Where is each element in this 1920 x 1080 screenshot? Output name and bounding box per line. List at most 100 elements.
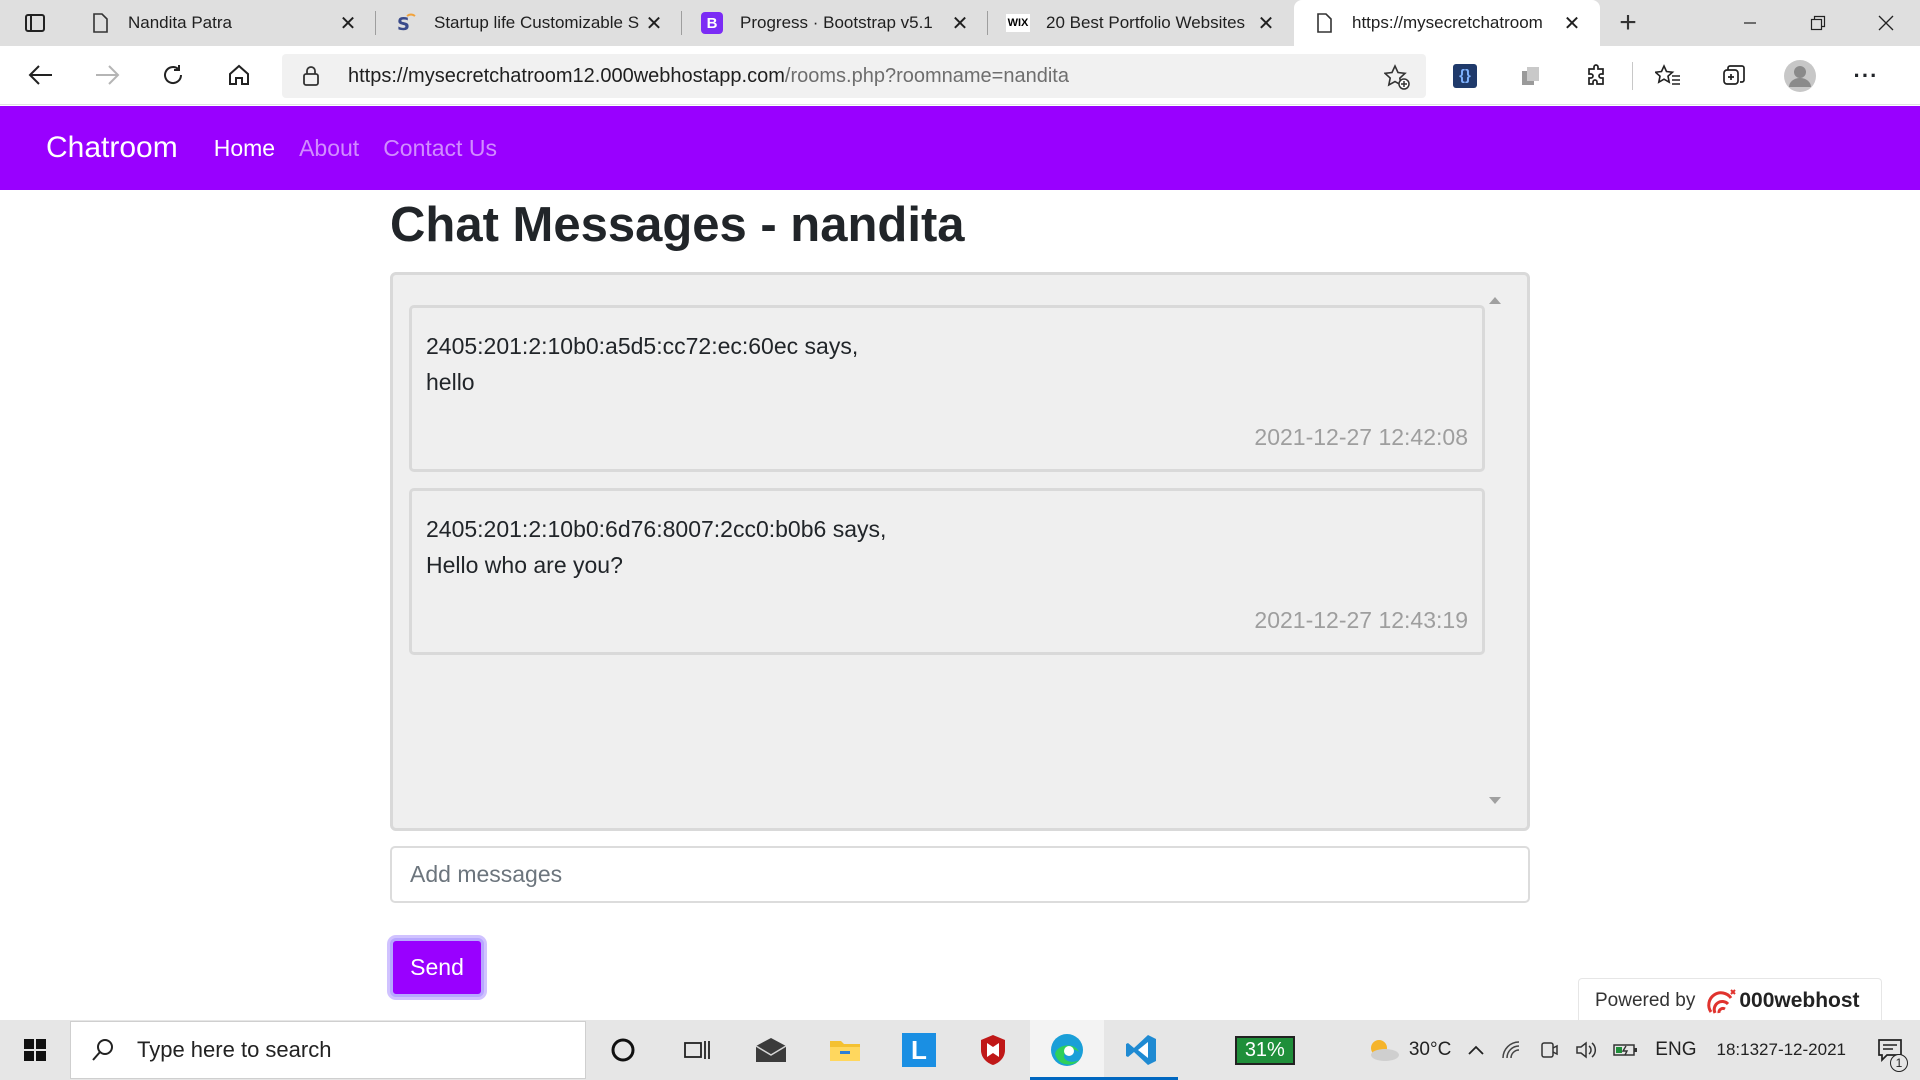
windows-taskbar: Type here to search L 31% 30°C ENG 18:13…: [0, 1020, 1920, 1080]
search-icon: [91, 1038, 115, 1062]
close-icon[interactable]: ✕: [1254, 11, 1278, 35]
home-button[interactable]: [206, 46, 272, 105]
nav-link-home[interactable]: Home: [214, 135, 275, 162]
wifi-icon: [1502, 1041, 1520, 1059]
mail-icon: [755, 1038, 787, 1062]
collections-button[interactable]: [1701, 46, 1767, 105]
extension-copy-button[interactable]: [1498, 46, 1564, 105]
close-icon[interactable]: ✕: [948, 11, 972, 35]
notification-count-badge: 1: [1890, 1054, 1908, 1072]
notification-center-button[interactable]: 1: [1860, 1020, 1920, 1080]
language-indicator[interactable]: ENG: [1647, 1020, 1704, 1080]
browser-tab-2[interactable]: S Startup life Customizable S ✕: [376, 0, 682, 46]
browser-tab-4[interactable]: WIX 20 Best Portfolio Websites ✕: [988, 0, 1294, 46]
vscode-icon: [1126, 1035, 1156, 1065]
meet-now-tray-button[interactable]: [1531, 1020, 1567, 1080]
folder-icon: [830, 1041, 860, 1061]
lock-icon[interactable]: [302, 65, 326, 87]
forward-button[interactable]: [74, 46, 140, 105]
svg-text:S: S: [397, 14, 410, 34]
main-content: Chat Messages - nandita 2405:201:2:10b0:…: [390, 190, 1530, 997]
start-button[interactable]: [0, 1020, 70, 1080]
taskbar-mcafee-app[interactable]: [956, 1020, 1030, 1080]
taskbar-vscode-app[interactable]: [1104, 1020, 1178, 1080]
battery-tray-button[interactable]: [1605, 1020, 1647, 1080]
battery-charging-icon: [1613, 1044, 1638, 1056]
tab-actions-button[interactable]: [0, 0, 70, 46]
task-view-icon: [684, 1041, 710, 1059]
clock[interactable]: 18:13 27-12-2021: [1704, 1020, 1860, 1080]
restore-button[interactable]: [1784, 0, 1852, 46]
close-window-button[interactable]: [1852, 0, 1920, 46]
wifi-tray-button[interactable]: [1493, 1020, 1531, 1080]
minimize-button[interactable]: [1716, 0, 1784, 46]
powered-by-badge[interactable]: Powered by 000webhost: [1578, 978, 1882, 1022]
message-timestamp: 2021-12-27 12:42:08: [1254, 424, 1468, 450]
message-sender: 2405:201:2:10b0:6d76:8007:2cc0:b0b6 says…: [426, 516, 887, 542]
taskbar-search-box[interactable]: Type here to search: [70, 1021, 586, 1079]
cortana-circle-icon: [611, 1038, 635, 1062]
refresh-button[interactable]: [140, 46, 206, 105]
braces-extension-icon: {}: [1453, 63, 1477, 88]
browser-tab-5-active[interactable]: https://mysecretchatroom ✕: [1294, 0, 1600, 46]
close-icon[interactable]: ✕: [1560, 11, 1584, 35]
profile-button[interactable]: [1767, 46, 1833, 105]
chat-messages-box[interactable]: 2405:201:2:10b0:a5d5:cc72:ec:60ec says, …: [390, 272, 1530, 831]
s-favicon-icon: S: [394, 11, 418, 35]
back-arrow-icon: [28, 65, 52, 85]
weather-widget[interactable]: 30°C: [1357, 1020, 1459, 1080]
taskbar-mail-app[interactable]: [734, 1020, 808, 1080]
tab-title: Nandita Patra: [128, 13, 232, 32]
message-input[interactable]: [390, 846, 1530, 903]
new-tab-button[interactable]: +: [1600, 0, 1656, 46]
show-hidden-icons-button[interactable]: [1459, 1020, 1493, 1080]
browser-tab-3[interactable]: B Progress · Bootstrap v5.1 ✕: [682, 0, 988, 46]
volume-tray-button[interactable]: [1567, 1020, 1605, 1080]
task-view-button[interactable]: [660, 1020, 734, 1080]
extension-braces-button[interactable]: {}: [1432, 46, 1498, 105]
tab-title: Startup life Customizable S: [434, 13, 640, 32]
bootstrap-icon: B: [700, 11, 724, 35]
minimize-icon: [1744, 22, 1756, 24]
clock-date: 27-12-2021: [1759, 1040, 1846, 1059]
camera-tray-icon: [1541, 1042, 1559, 1058]
close-icon: [1878, 15, 1894, 31]
browser-tab-1[interactable]: Nandita Patra ✕: [70, 0, 376, 46]
host-logo: 000webhost: [1705, 986, 1860, 1016]
battery-percent-widget[interactable]: 31%: [1234, 1035, 1295, 1065]
favorites-button[interactable]: [1635, 46, 1701, 105]
scroll-up-arrow-icon[interactable]: [1489, 297, 1501, 304]
windows-logo-icon: [24, 1039, 46, 1061]
message-sender: 2405:201:2:10b0:a5d5:cc72:ec:60ec says,: [426, 333, 859, 359]
browser-tab-strip: Nandita Patra ✕ S Startup life Customiza…: [0, 0, 1920, 46]
search-placeholder: Type here to search: [137, 1037, 332, 1062]
tab-title: 20 Best Portfolio Websites: [1046, 13, 1246, 32]
address-bar[interactable]: https://mysecretchatroom12.000webhostapp…: [282, 54, 1426, 98]
back-button[interactable]: [8, 46, 74, 105]
message-timestamp: 2021-12-27 12:43:19: [1254, 607, 1468, 633]
message-text: hello: [426, 369, 475, 395]
taskbar-edge-app[interactable]: [1030, 1020, 1104, 1080]
close-icon[interactable]: ✕: [336, 11, 360, 35]
taskbar-file-explorer-app[interactable]: [808, 1020, 882, 1080]
chat-message: 2405:201:2:10b0:a5d5:cc72:ec:60ec says, …: [409, 305, 1485, 472]
nav-link-about[interactable]: About: [299, 135, 359, 162]
nav-link-contact-us[interactable]: Contact Us: [383, 135, 497, 162]
settings-more-button[interactable]: ···: [1833, 46, 1899, 105]
tab-title: Progress · Bootstrap v5.1: [740, 13, 933, 32]
cortana-button[interactable]: [586, 1020, 660, 1080]
collections-icon: [1723, 64, 1745, 85]
favorites-icon: [1655, 63, 1680, 85]
add-favorite-icon[interactable]: [1383, 64, 1410, 96]
taskbar-l-app[interactable]: L: [882, 1020, 956, 1080]
extensions-button[interactable]: [1564, 46, 1630, 105]
system-tray: 31% 30°C ENG 18:13 27-12-2021 1: [1234, 1020, 1920, 1080]
close-icon[interactable]: ✕: [642, 11, 666, 35]
navbar-brand[interactable]: Chatroom: [46, 131, 178, 165]
restore-icon: [1810, 15, 1826, 31]
scroll-down-arrow-icon[interactable]: [1489, 797, 1501, 804]
page-title: Chat Messages - nandita: [390, 198, 965, 252]
send-button[interactable]: Send: [390, 938, 484, 997]
copy-extension-icon: [1522, 66, 1539, 85]
webhost-logo-icon: [1707, 988, 1737, 1014]
